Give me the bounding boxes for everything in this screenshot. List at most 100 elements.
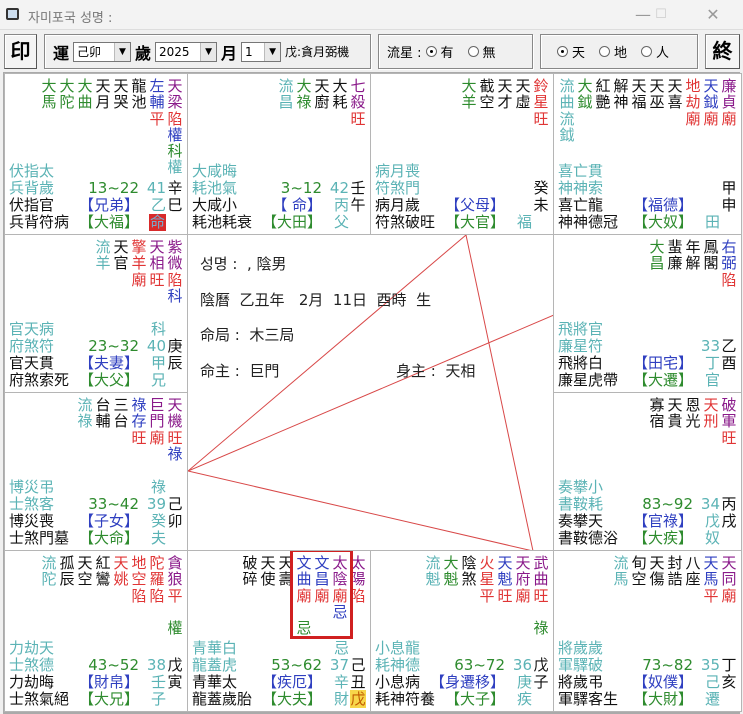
star-char: 馬 — [41, 93, 57, 112]
star-char: 宿 — [649, 412, 665, 431]
star-char: 陷 — [167, 109, 183, 128]
seal-button[interactable]: 印 — [4, 34, 37, 69]
palace-name: 【福德】 — [632, 196, 693, 214]
star-columns: 大馬大陀大曲天月天哭龍池左輔平天梁陷權科權 — [40, 78, 184, 176]
star-char: 八 — [685, 554, 701, 572]
palace-tag: 財 — [333, 690, 349, 708]
star-char: 流 — [41, 554, 57, 572]
star-column: 解神 — [612, 78, 630, 143]
shensha-text: 士煞氣絕 — [9, 690, 70, 708]
palace-子[interactable]: 流魁大魁陰煞火星平天魁旺天府廟武曲旺 祿小息龍 耗神德 63~72 36 戊小息病 【身遷… — [370, 550, 554, 712]
star-char: 科 — [167, 286, 183, 305]
palace-申[interactable]: 流曲流鉞大鉞紅艷解神天福天巫天喜地劫廟天鉞廟廉貞廟喜亡貫 神神索甲喜亡龍 【福德】申… — [553, 73, 742, 235]
star-column: 祿存旺 — [130, 397, 148, 462]
tian-radio[interactable]: 天 — [557, 42, 585, 61]
star-char: 平 — [167, 586, 183, 605]
di-radio[interactable]: 地 — [599, 42, 627, 61]
palace-info: 小息龍 耗神德 63~72 36 戊小息病 【身遷移】庚子耗神符養 【大子】疾 — [375, 640, 550, 708]
info-row: 神神德冠 【大奴】田 — [558, 214, 738, 231]
star-char: 府 — [515, 570, 531, 589]
info-row: 兵背歲 13~22 41 辛 — [9, 180, 184, 197]
star-char: 陰 — [461, 554, 477, 572]
star-column: 巨門廟 — [148, 397, 166, 462]
shensha-text: 府煞符 — [9, 337, 55, 355]
liuxing-group: 流星 : 有 無 — [378, 34, 533, 69]
da-palace-name: 【大夫】 — [261, 690, 322, 708]
ren-radio[interactable]: 人 — [641, 42, 669, 61]
info-row: 青華太 【疾厄】辛丑 — [192, 674, 367, 691]
star-char: 曲 — [533, 570, 549, 589]
yun-select[interactable]: 己卯 ▼ — [73, 41, 132, 62]
info-row: 府煞符 23~32 40 庚 — [9, 338, 184, 355]
palace-丑[interactable]: 破碎天使天壽文曲廟 忌文昌廟太陰廟忌太陽陷青華白忌龍蓋虎 53~62 37 己青華太【… — [187, 550, 371, 712]
info-row: 博災喪 【子女】癸卯 — [9, 513, 184, 530]
stem — [349, 214, 367, 231]
star-column: 天傷 — [648, 555, 666, 604]
star-column: 大耗 — [331, 78, 349, 127]
shensha-text: 士煞門墓 — [9, 529, 70, 547]
stem: 壬 — [350, 179, 366, 197]
palace-亥[interactable]: 流馬旬空天傷封誥八座天馬平天同廟將歲歲 軍驛破 73~82 35 丁將歲弔 【奴僕】己亥軍… — [553, 550, 742, 712]
star-column: 天虛 — [514, 78, 532, 127]
da-palace-name: 【大官】 — [444, 213, 505, 231]
maximize-button[interactable]: ☐ — [646, 4, 676, 26]
palace-未[interactable]: 大羊截空天才天虛鈴星旺病月喪 符煞門癸病月歲 【父母】未符煞破旺 【大官】福 — [370, 73, 554, 235]
star-column: 武曲旺 祿 — [532, 555, 550, 637]
star-column: 天貴 — [666, 397, 684, 446]
star-char: 廚 — [314, 93, 330, 112]
age-range: 43~52 — [88, 656, 139, 674]
end-button[interactable]: 終 — [705, 34, 740, 69]
da-palace-name: 【大財】 — [632, 690, 693, 708]
stem-marker: 祿 — [150, 478, 166, 496]
palace-info: 將歲歲 軍驛破 73~82 35 丁將歲弔 【奴僕】己亥軍驛客生 【大財】遷 — [558, 640, 738, 708]
branch: 未 — [533, 196, 549, 214]
palace-name: 【子女】 — [78, 512, 139, 530]
star-columns: 流魁大魁陰煞火星平天魁旺天府廟武曲旺 祿 — [424, 554, 550, 637]
stem-badge: 戊 — [350, 690, 366, 708]
liuxing-on-radio[interactable]: 有 — [425, 42, 454, 61]
star-column: 擎羊廟 — [130, 239, 148, 304]
stem — [720, 372, 738, 389]
chevron-down-icon: ▼ — [264, 42, 281, 61]
radio-dot — [467, 46, 479, 57]
star-columns: 寡宿天貴恩光天刑破軍旺 — [648, 397, 738, 446]
star-char: 光 — [685, 412, 701, 431]
stem — [532, 163, 550, 180]
palace-戌[interactable]: 寡宿天貴恩光天刑破軍旺奏攀小 書鞍耗 83~92 34 丙奏攀天 【官祿】戊戌書鞍德浴 【大… — [553, 392, 742, 551]
palace-寅[interactable]: 流陀孤辰天空紅鸞天姚地空陷陀羅陷貪狼平 權力劫天 士煞德 43~52 38 戊力劫晦 【財… — [4, 550, 188, 712]
palace-午[interactable]: 流昌大祿天廚大耗七殺旺大咸晦 耗池氣 3~12 42 壬大咸小【 命】丙午耗池耗衰 【大田… — [187, 73, 371, 235]
info-row: 奏攀小 — [558, 479, 738, 496]
star-char: 耗 — [332, 93, 348, 112]
stem — [166, 530, 184, 547]
palace-辰[interactable]: 流羊天官擎羊廟天相旺紫微陷科官天病科府煞符 23~32 40 庚官天貫 【夫妻】甲辰府煞… — [4, 234, 188, 393]
palace-卯[interactable]: 流祿台輔三台祿存旺巨門廟天機旺祿博災弔祿士煞客 33~42 39 己博災喪 【子女】癸卯… — [4, 392, 188, 551]
radio-dot — [557, 46, 568, 57]
star-char: 天 — [631, 77, 647, 95]
ming-badge: 命 — [149, 213, 166, 231]
radio-label: 有 — [440, 46, 454, 61]
yun-label: 運 — [53, 43, 70, 63]
shensha-text: 神神索 — [558, 179, 604, 197]
star-char: 權 — [167, 125, 183, 144]
star-char: 天 — [667, 396, 683, 414]
stem — [532, 640, 550, 657]
star-column: 紅艷 — [594, 78, 612, 143]
palace-酉[interactable]: 大昌蜚廉年解鳳閣右弼陷飛將官 廉星符 33 乙飛將白 【田宅】丁酉廉星虎帶 【大遷】官 — [553, 234, 742, 393]
liuxing-label: 流星 : — [387, 46, 422, 61]
da-palace-name: 【大命】 — [78, 529, 139, 547]
liuxing-off-radio[interactable]: 無 — [467, 42, 496, 61]
shensha-text: 小息病 — [375, 673, 421, 691]
month-select[interactable]: 1 ▼ — [241, 41, 282, 62]
close-button[interactable]: ✕ — [698, 4, 728, 26]
info-row: 書鞍耗 83~92 34 丙 — [558, 496, 738, 513]
palace-巳[interactable]: 大馬大陀大曲天月天哭龍池左輔平天梁陷權科權伏指太 兵背歲 13~22 41 辛伏指官 【兄… — [4, 73, 188, 235]
branch: 亥 — [721, 673, 737, 691]
stem-marker: 40 — [146, 337, 166, 355]
star-char: 流 — [559, 109, 575, 128]
info-row: 符煞破旺 【大官】福 — [375, 214, 550, 231]
stem-marker — [142, 163, 166, 180]
shensha-text: 府煞索死 — [9, 371, 70, 389]
star-char: 天 — [649, 77, 665, 95]
sui-select[interactable]: 2025 ▼ — [155, 41, 218, 62]
shensha-text: 奏攀天 — [558, 512, 604, 530]
